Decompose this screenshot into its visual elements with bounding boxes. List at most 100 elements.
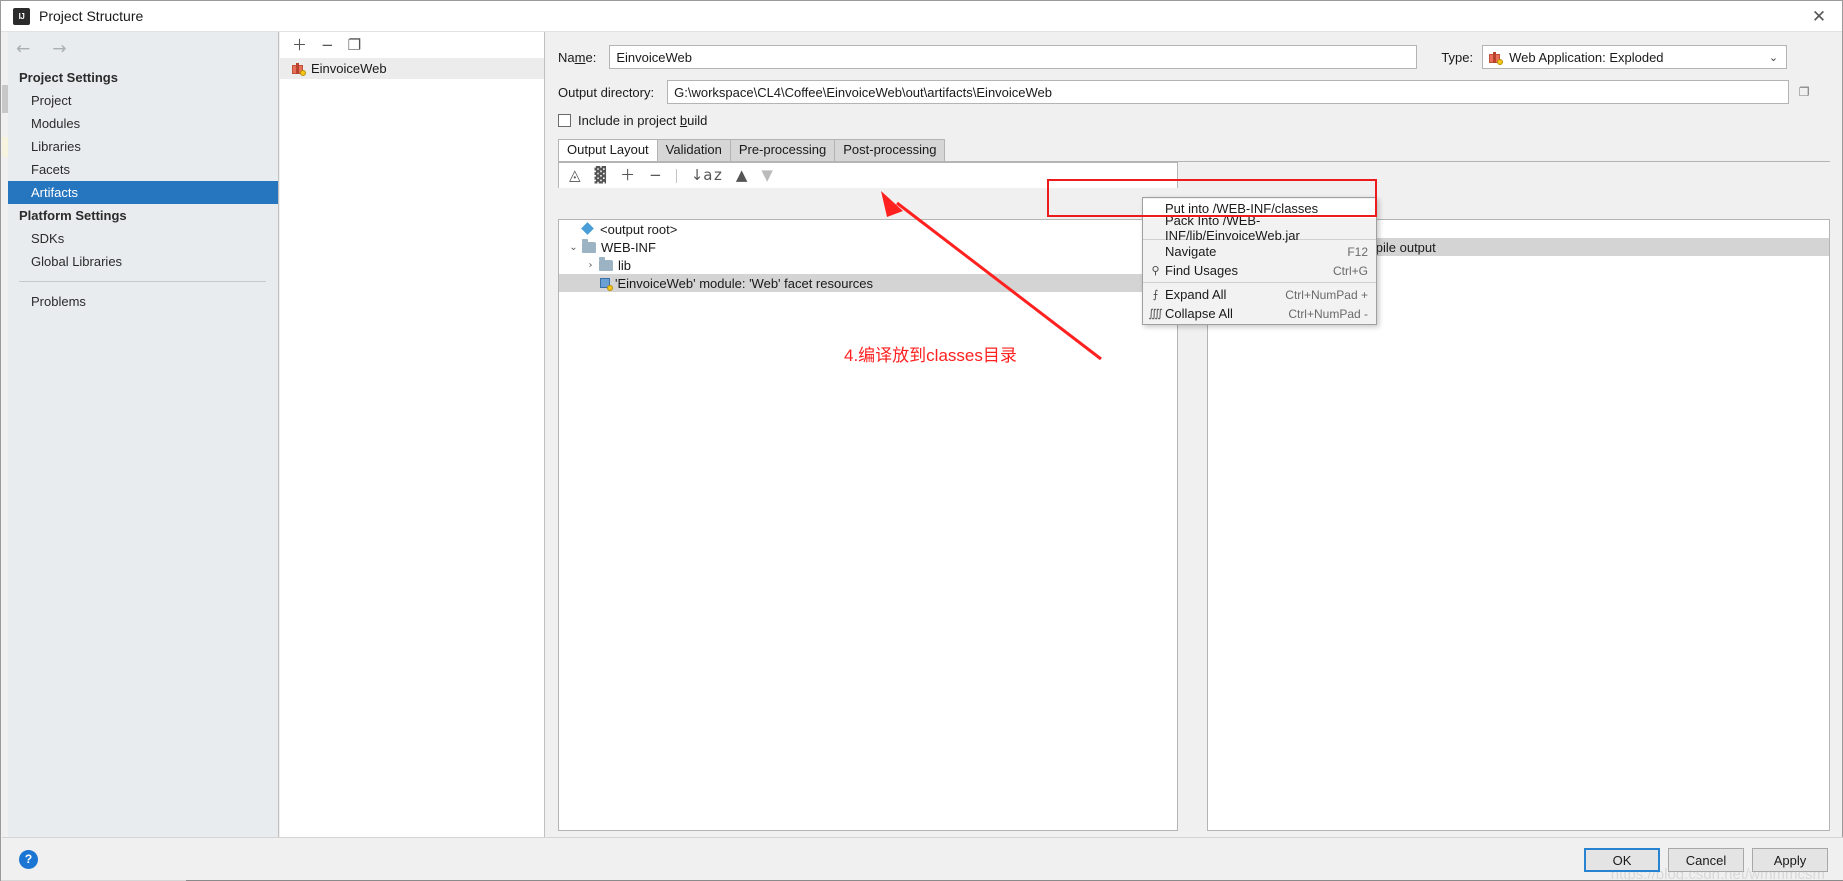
tree-row[interactable]: › lib xyxy=(559,256,1177,274)
artifact-icon xyxy=(1489,51,1504,65)
sidebar-item-project[interactable]: Project xyxy=(2,89,278,112)
chevron-down-icon[interactable]: ⌄ xyxy=(565,242,582,253)
sidebar-navigation: ← → xyxy=(2,32,278,66)
chevron-right-icon[interactable]: › xyxy=(582,260,599,271)
context-menu: Put into /WEB-INF/classes Pack Into /WEB… xyxy=(1142,197,1377,325)
back-arrow-icon[interactable]: ← xyxy=(16,40,30,58)
type-label: Type: xyxy=(1441,49,1474,65)
output-directory-input[interactable] xyxy=(667,80,1790,104)
artifact-list-item-label: EinvoiceWeb xyxy=(311,61,387,76)
name-row: Name: Type: Web Application: Exploded ⌄ xyxy=(558,45,1842,69)
tree-row-label: <output root> xyxy=(600,221,678,237)
sidebar-item-facets[interactable]: Facets xyxy=(2,158,278,181)
context-menu-item-expand-all[interactable]: ⨍ Expand All Ctrl+NumPad + xyxy=(1143,285,1376,304)
context-menu-item-label: Collapse All xyxy=(1165,306,1233,321)
include-in-project-build-label: Include in project build xyxy=(578,113,708,128)
cancel-button[interactable]: Cancel xyxy=(1668,848,1744,872)
name-label: Name: xyxy=(558,49,597,65)
context-menu-item-shortcut: Ctrl+G xyxy=(1332,263,1368,278)
sidebar-item-global-libraries[interactable]: Global Libraries xyxy=(2,250,278,273)
tab-post-processing[interactable]: Post-processing xyxy=(834,139,946,161)
remove-icon[interactable]: − xyxy=(649,168,662,183)
sidebar-item-problems[interactable]: Problems xyxy=(2,290,278,313)
output-directory-label: Output directory: xyxy=(558,84,655,100)
artifact-icon xyxy=(292,62,306,76)
sidebar-divider xyxy=(19,281,266,282)
tree-row[interactable]: <output root> xyxy=(559,220,1177,238)
context-menu-item-shortcut: Ctrl+NumPad - xyxy=(1288,306,1368,321)
add-copy-icon[interactable]: ＋ xyxy=(620,168,635,183)
annotation-text: 4.编译放到classes目录 xyxy=(844,346,1017,365)
title-bar: Project Structure ✕ xyxy=(1,1,1842,32)
tree-row[interactable]: 'EinvoiceWeb' module: 'Web' facet resour… xyxy=(559,274,1177,292)
browse-folder-icon[interactable]: ❐ xyxy=(1793,80,1816,104)
name-input[interactable] xyxy=(609,45,1418,69)
artifact-list-item-einvoiceweb[interactable]: EinvoiceWeb xyxy=(280,58,544,79)
context-menu-item-label: Find Usages xyxy=(1165,263,1238,278)
apply-button[interactable]: Apply xyxy=(1752,848,1828,872)
sidebar-item-modules[interactable]: Modules xyxy=(2,112,278,135)
dialog-footer: ? https://blog.csdn.net/wmmmcsm OK Cance… xyxy=(2,837,1843,881)
context-menu-item-shortcut: F12 xyxy=(1347,244,1368,259)
sidebar-item-libraries[interactable]: Libraries xyxy=(2,135,278,158)
search-icon: ⚲ xyxy=(1151,264,1160,277)
tree-row-label: lib xyxy=(618,257,632,273)
context-menu-item-pack-into-jar[interactable]: Pack Into /WEB-INF/lib/EinvoiceWeb.jar xyxy=(1143,213,1376,243)
sidebar-group-platform-settings: Platform Settings xyxy=(19,208,127,223)
sidebar-group-project-settings: Project Settings xyxy=(19,70,118,85)
tab-validation[interactable]: Validation xyxy=(656,139,731,161)
tree-row-label: 'EinvoiceWeb' module: 'Web' facet resour… xyxy=(615,275,874,291)
folder-icon xyxy=(599,256,613,271)
output-layout-tree: <output root> ⌄ WEB-INF › lib 'EinvoiceW… xyxy=(558,219,1178,831)
collapse-all-icon: ⨌ xyxy=(1148,307,1163,320)
artifact-list-toolbar: ＋ − ❐ xyxy=(280,32,544,58)
remove-icon[interactable]: − xyxy=(321,37,334,53)
add-directory-icon[interactable]: ◬ xyxy=(569,168,581,183)
sort-alphabetically-icon[interactable]: ↓a z xyxy=(691,168,722,183)
folder-icon xyxy=(582,238,596,253)
move-down-icon[interactable]: ▼ xyxy=(761,168,773,183)
output-root-icon xyxy=(582,223,595,236)
include-in-project-build-row[interactable]: Include in project build xyxy=(558,113,1842,128)
tree-row-label: WEB-INF xyxy=(601,239,656,255)
sidebar-edge-marker-1 xyxy=(2,85,8,113)
context-menu-item-label: Navigate xyxy=(1165,244,1217,259)
close-icon[interactable]: ✕ xyxy=(1796,1,1842,32)
module-output-icon xyxy=(599,277,613,291)
context-menu-item-navigate[interactable]: Navigate F12 xyxy=(1143,242,1376,261)
expand-all-icon: ⨍ xyxy=(1152,288,1159,301)
forward-arrow-icon[interactable]: → xyxy=(52,40,66,58)
type-field: Type: Web Application: Exploded ⌄ xyxy=(1441,45,1788,69)
chevron-down-icon: ⌄ xyxy=(1768,51,1779,64)
context-menu-item-collapse-all[interactable]: ⨌ Collapse All Ctrl+NumPad - xyxy=(1143,304,1376,323)
artifact-list-pane: ＋ − ❐ EinvoiceWeb xyxy=(280,32,545,837)
window-title: Project Structure xyxy=(39,8,144,24)
context-menu-item-label: Expand All xyxy=(1165,287,1227,302)
add-archive-icon[interactable]: ▓ xyxy=(595,168,607,183)
ok-button[interactable]: OK xyxy=(1584,848,1660,872)
sidebar-item-sdks[interactable]: SDKs xyxy=(2,227,278,250)
include-in-project-build-checkbox[interactable] xyxy=(558,114,571,127)
artifact-tabs: Output Layout Validation Pre-processing … xyxy=(558,139,1830,162)
move-up-icon[interactable]: ▲ xyxy=(736,168,748,183)
intellij-idea-icon xyxy=(13,7,30,25)
tab-pre-processing[interactable]: Pre-processing xyxy=(729,139,836,161)
type-dropdown-value: Web Application: Exploded xyxy=(1509,49,1664,65)
context-menu-divider xyxy=(1143,282,1376,283)
settings-sidebar: ← → Project Settings Project Modules Lib… xyxy=(2,32,279,837)
sidebar-edge-marker-2 xyxy=(2,137,8,157)
toolbar-divider xyxy=(675,168,677,183)
output-layout-toolbar: ◬ ▓ ＋ − ↓a z ▲ ▼ xyxy=(558,162,1178,188)
type-dropdown[interactable]: Web Application: Exploded ⌄ xyxy=(1482,45,1788,69)
project-structure-dialog: Project Structure ✕ ← → Project Settings… xyxy=(0,0,1843,881)
tree-row[interactable]: ⌄ WEB-INF xyxy=(559,238,1177,256)
output-directory-row: Output directory: ❐ xyxy=(558,80,1842,104)
help-icon[interactable]: ? xyxy=(19,850,38,869)
tab-output-layout[interactable]: Output Layout xyxy=(558,139,658,161)
copy-icon[interactable]: ❐ xyxy=(348,37,361,53)
context-menu-item-find-usages[interactable]: ⚲ Find Usages Ctrl+G xyxy=(1143,261,1376,280)
artifact-detail-pane: Name: Type: Web Application: Exploded ⌄ … xyxy=(546,32,1842,857)
sidebar-item-artifacts[interactable]: Artifacts xyxy=(2,181,278,204)
dialog-buttons: OK Cancel Apply xyxy=(1584,848,1828,872)
add-icon[interactable]: ＋ xyxy=(292,37,307,53)
